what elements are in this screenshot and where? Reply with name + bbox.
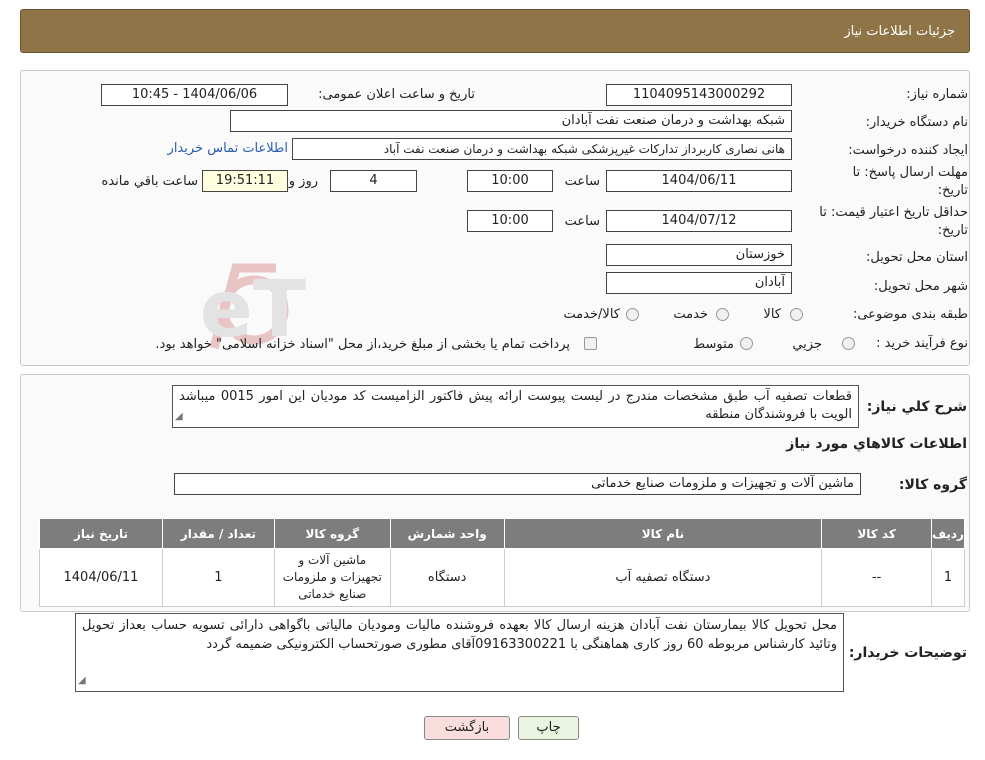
cell-group: ماشین آلات و تجهیزات و ملزومات صنایع خدم…: [273, 548, 391, 607]
col-date: تاریخ نیاز: [39, 518, 163, 549]
col-row: ردیف: [931, 518, 965, 549]
buyer-notes-textarea[interactable]: محل تحویل کالا بیمارستان نفت آبادان هزین…: [75, 613, 844, 692]
cell-unit: دستگاه: [389, 548, 505, 607]
city-field: آبادان: [606, 272, 792, 294]
validity-time-label: ساعت: [564, 214, 600, 229]
cell-row: 1: [931, 548, 965, 607]
col-group: گروه کالا: [273, 518, 391, 549]
back-button[interactable]: بازگشت: [424, 716, 510, 740]
buyer-notes-label: توضیحات خریدار:: [848, 645, 967, 661]
buyer-notes-text: محل تحویل کالا بیمارستان نفت آبادان هزین…: [82, 618, 837, 652]
category-service-label: خدمت: [673, 307, 708, 322]
process-medium-label: متوسط: [693, 337, 734, 352]
need-number-label: شماره نیاز:: [906, 87, 968, 102]
category-service-radio[interactable]: [716, 308, 729, 321]
process-minor-radio[interactable]: [842, 337, 855, 350]
process-treasury-note: پرداخت تمام یا بخشی از مبلغ خرید،از محل …: [155, 337, 570, 352]
validity-time-field: 10:00: [467, 210, 553, 232]
cell-name: دستگاه تصفیه آب: [503, 548, 823, 607]
days-label: روز و: [288, 174, 318, 189]
cell-code: --: [821, 548, 933, 607]
col-code: کد کالا: [821, 518, 933, 549]
days-remaining-field: 4: [330, 170, 417, 192]
page-title: جزئیات اطلاعات نیاز: [844, 24, 955, 39]
page-header: جزئیات اطلاعات نیاز: [20, 9, 970, 53]
table-header-row: ردیف کد کالا نام کالا واحد شمارش گروه کا…: [39, 518, 965, 549]
col-name: نام کالا: [503, 518, 823, 549]
category-goods-radio[interactable]: [790, 308, 803, 321]
requester-label: ایجاد کننده درخواست:: [848, 143, 968, 158]
deadline-label-2: تاریخ:: [937, 183, 968, 198]
category-label: طبقه بندی موضوعی:: [852, 307, 968, 322]
goods-table: ردیف کد کالا نام کالا واحد شمارش گروه کا…: [39, 518, 965, 607]
deadline-label: مهلت ارسال پاسخ: تا: [852, 165, 968, 180]
remaining-time-field: 19:51:11: [202, 170, 288, 192]
city-label: شهر محل تحویل:: [873, 279, 968, 294]
process-treasury-checkbox[interactable]: [584, 337, 597, 350]
announce-label: تاریخ و ساعت اعلان عمومی:: [318, 87, 475, 102]
cell-qty: 1: [161, 548, 275, 607]
resize-grip-icon[interactable]: ◢: [78, 671, 86, 690]
buyer-org-field: شبکه بهداشت و درمان صنعت نفت آبادان: [230, 110, 792, 132]
print-button[interactable]: چاپ: [518, 716, 579, 740]
summary-text: قطعات تصفیه آب طبق مشخصات مندرج در لیست …: [179, 389, 852, 422]
summary-label: شرح کلي نیاز:: [866, 399, 967, 415]
category-goods-label: کالا: [763, 307, 781, 322]
summary-textarea[interactable]: قطعات تصفیه آب طبق مشخصات مندرج در لیست …: [172, 385, 859, 428]
goods-group-label: گروه کالا:: [898, 477, 967, 493]
cell-date: 1404/06/11: [39, 548, 163, 607]
goods-group-field: ماشین آلات و تجهیزات و ملزومات صنایع خدم…: [174, 473, 861, 495]
deadline-time-field: 10:00: [467, 170, 553, 192]
contact-buyer-link[interactable]: اطلاعات تماس خریدار: [168, 141, 288, 156]
process-medium-radio[interactable]: [740, 337, 753, 350]
announce-field: 1404/06/06 - 10:45: [101, 84, 288, 106]
need-number-field: 1104095143000292: [606, 84, 792, 106]
col-qty: تعداد / مقدار: [161, 518, 275, 549]
requester-field: هانی نصاری کاربرداز تدارکات غیرپزشکی شبک…: [292, 138, 792, 160]
province-label: استان محل تحویل:: [866, 250, 968, 265]
category-both-label: کالا/خدمت: [563, 307, 620, 322]
deadline-date-field: 1404/06/11: [606, 170, 792, 192]
validity-date-field: 1404/07/12: [606, 210, 792, 232]
resize-grip-icon[interactable]: ◢: [175, 408, 183, 426]
validity-label: حداقل تاریخ اعتبار قیمت: تا: [819, 205, 968, 220]
process-label: نوع فرآیند خرید :: [876, 336, 968, 351]
table-row: 1 -- دستگاه تصفیه آب دستگاه ماشین آلات و…: [39, 548, 965, 607]
buyer-org-label: نام دستگاه خریدار:: [865, 115, 968, 130]
deadline-time-label: ساعت: [564, 174, 600, 189]
validity-label-2: تاریخ:: [937, 223, 968, 238]
col-unit: واحد شمارش: [389, 518, 505, 549]
province-field: خوزستان: [606, 244, 792, 266]
category-both-radio[interactable]: [626, 308, 639, 321]
remaining-time-label: ساعت باقي مانده: [101, 174, 198, 189]
goods-section-title: اطلاعات کالاهاي مورد نیاز: [786, 436, 967, 452]
process-minor-label: جزیي: [792, 337, 822, 352]
